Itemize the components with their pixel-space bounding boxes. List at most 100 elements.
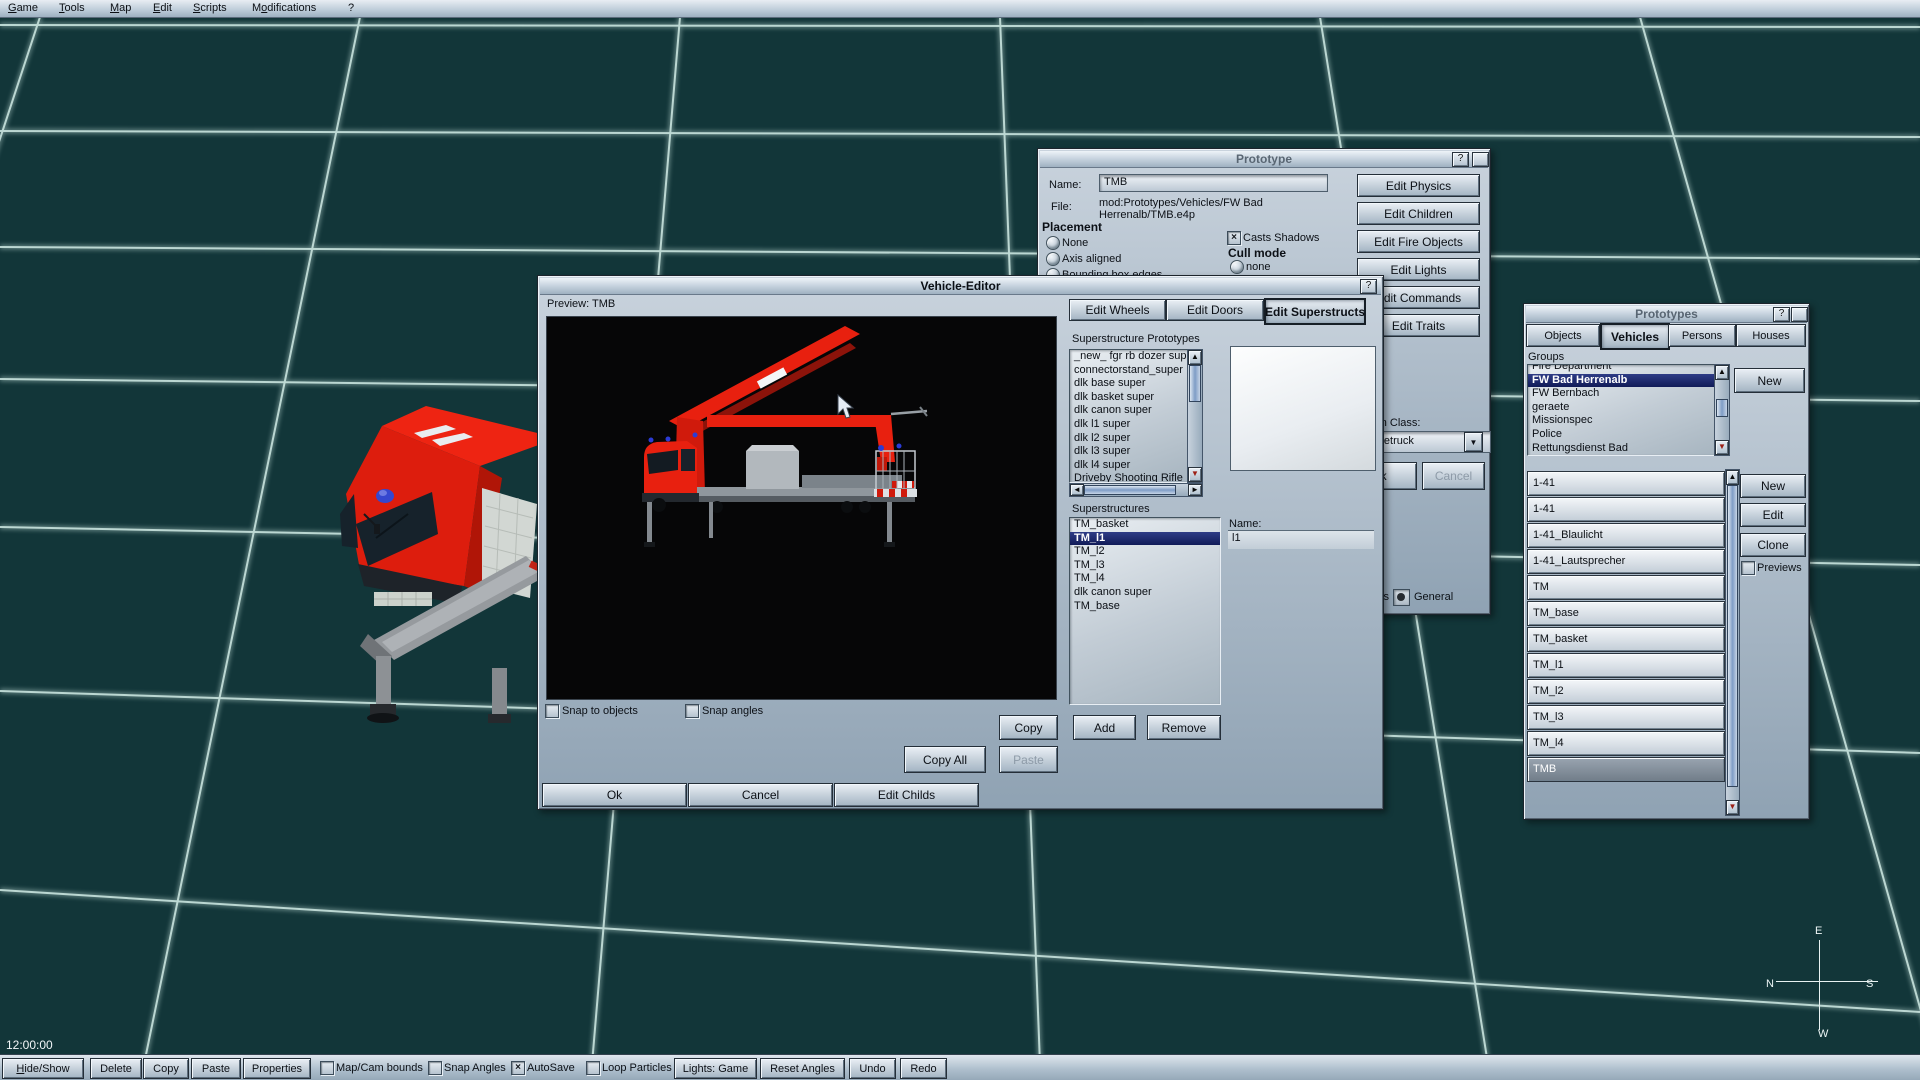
toolbar-button-properties[interactable]: Properties [243,1058,311,1079]
vehicles-scrollbar[interactable]: ▲ ▼ [1725,469,1740,816]
list-item[interactable]: _new_ fgr rb dozer super [1070,350,1188,364]
list-item[interactable]: TM_l3 [1070,559,1220,573]
casts-shadows-checkbox[interactable]: × [1227,231,1241,245]
superstructure-prototypes-list[interactable]: _new_ fgr rb dozer superconnectorstand_s… [1069,349,1189,483]
prototype-window-titlebar[interactable]: Prototype [1040,151,1488,168]
superstructure-prototypes-scrollbar[interactable]: ▲ ▼ [1187,349,1203,483]
scrollbar-thumb[interactable] [1084,485,1176,495]
group-item[interactable]: FW Bad Herrenalb [1528,374,1715,388]
vehicle-row[interactable]: TMB [1527,757,1725,782]
edit-children-button[interactable]: Edit Children [1357,202,1480,225]
toolbar-checkbox-mapcambounds[interactable] [320,1061,334,1075]
list-item[interactable]: dlk l1 super [1070,418,1188,432]
edit-button[interactable]: Edit [1740,503,1806,527]
vehicle-row[interactable]: TM_l4 [1527,731,1725,756]
vehicle-row[interactable]: TM_l2 [1527,679,1725,704]
superstructures-list[interactable]: TM_basketTM_l1TM_l2TM_l3TM_l4dlk canon s… [1069,517,1221,705]
superstructure-prototypes-hscrollbar[interactable]: ◄ ► [1069,483,1203,497]
tab-houses[interactable]: Houses [1736,324,1806,347]
list-item[interactable]: TM_basket [1070,518,1220,532]
toolbar-checkbox-loopparticles[interactable] [586,1061,600,1075]
snap-to-objects-checkbox[interactable] [545,704,559,718]
tab-vehicles[interactable]: Vehicles [1600,323,1670,350]
cull-none-radio[interactable] [1230,260,1244,274]
paste-button[interactable]: Paste [999,746,1058,773]
edit-fire-objects-button[interactable]: Edit Fire Objects [1357,230,1480,253]
scroll-up-icon[interactable]: ▲ [1715,365,1729,380]
vehicle-preview-viewport[interactable] [546,316,1057,700]
vehicle-row[interactable]: TM [1527,575,1725,600]
add-button[interactable]: Add [1073,715,1136,740]
list-item[interactable]: dlk base super [1070,377,1188,391]
toolbar-checkbox-autosave[interactable]: × [511,1061,525,1075]
menu-item-modifications[interactable]: Modifications [252,2,316,14]
scrollbar-thumb[interactable] [1727,485,1738,787]
help-icon[interactable]: ? [1452,152,1469,167]
group-item[interactable]: Rettungsdienst Bad [1528,442,1715,456]
menu-item-edit[interactable]: Edit [153,2,172,14]
list-item[interactable]: TM_l1 [1070,532,1220,546]
group-new-button[interactable]: New [1734,368,1805,393]
general-radio[interactable] [1393,589,1410,606]
previews-checkbox[interactable] [1741,561,1755,575]
group-item[interactable]: geraete [1528,401,1715,415]
toolbar-button-copy[interactable]: Copy [143,1058,189,1079]
vehicle-row[interactable]: TM_basket [1527,627,1725,652]
copy-all-button[interactable]: Copy All [904,746,986,773]
list-item[interactable]: dlk l4 super [1070,459,1188,473]
list-item[interactable]: connectorstand_super [1070,364,1188,378]
vehicle-row[interactable]: TM_base [1527,601,1725,626]
remove-button[interactable]: Remove [1147,715,1221,740]
scroll-up-icon[interactable]: ▲ [1188,350,1202,365]
vehicle-row[interactable]: 1-41 [1527,497,1725,522]
prototype-cancel-button[interactable]: Cancel [1422,462,1485,490]
prototypes-window-titlebar[interactable]: Prototypes [1526,306,1807,323]
list-item[interactable]: TM_l2 [1070,545,1220,559]
copy-button[interactable]: Copy [999,715,1058,740]
prototype-name-input[interactable]: TMB [1099,174,1328,192]
tab-edit-wheels[interactable]: Edit Wheels [1069,299,1166,321]
toolbar-button-hideshow[interactable]: Hide/Show [2,1058,84,1079]
ok-button[interactable]: Ok [542,783,687,807]
tab-edit-doors[interactable]: Edit Doors [1166,299,1264,321]
placement-radio-0[interactable] [1046,236,1060,250]
toolbar-button-delete[interactable]: Delete [90,1058,142,1079]
tab-persons[interactable]: Persons [1668,324,1736,347]
scroll-right-icon[interactable]: ► [1188,484,1202,496]
close-icon[interactable] [1472,152,1489,167]
scrollbar-thumb[interactable] [1189,365,1201,402]
scroll-down-icon[interactable]: ▼ [1188,467,1202,482]
scrollbar-thumb[interactable] [1716,399,1728,417]
chevron-down-icon[interactable]: ▼ [1464,432,1483,452]
toolbar-button-paste[interactable]: Paste [191,1058,241,1079]
toolbar-button-redo[interactable]: Redo [900,1058,947,1079]
superstructure-name-input[interactable]: l1 [1228,530,1374,549]
group-item[interactable]: Missionspec [1528,414,1715,428]
menu-item-[interactable]: ? [348,2,354,14]
group-item[interactable]: FW Bernbach [1528,387,1715,401]
snap-angles-checkbox[interactable] [685,704,699,718]
list-item[interactable]: dlk basket super [1070,391,1188,405]
list-item[interactable]: dlk l3 super [1070,445,1188,459]
cancel-button[interactable]: Cancel [688,783,833,807]
list-item[interactable]: Driveby Shooting Rifle [1070,472,1188,483]
list-item[interactable]: dlk canon super [1070,586,1220,600]
toolbar-button-undo[interactable]: Undo [849,1058,896,1079]
menu-item-map[interactable]: Map [110,2,131,14]
help-icon[interactable]: ? [1773,307,1790,322]
scroll-down-icon[interactable]: ▼ [1726,800,1739,815]
scroll-left-icon[interactable]: ◄ [1070,484,1084,496]
new-button[interactable]: New [1740,474,1806,498]
edit-physics-button[interactable]: Edit Physics [1357,174,1480,197]
groups-list[interactable]: Fire DepartmentFW Bad HerrenalbFW Bernba… [1527,364,1716,456]
menu-item-tools[interactable]: Tools [59,2,85,14]
vehicle-row[interactable]: 1-41_Blaulicht [1527,523,1725,548]
vehicle-row[interactable]: TM_l3 [1527,705,1725,730]
clone-button[interactable]: Clone [1740,533,1806,557]
tab-edit-superstructs[interactable]: Edit Superstructs [1264,298,1366,325]
toolbar-button-resetangles[interactable]: Reset Angles [760,1058,845,1079]
vehicle-row[interactable]: 1-41_Lautsprecher [1527,549,1725,574]
menu-item-scripts[interactable]: Scripts [193,2,227,14]
scroll-down-icon[interactable]: ▼ [1715,440,1729,455]
groups-scrollbar[interactable]: ▲ ▼ [1714,364,1730,456]
